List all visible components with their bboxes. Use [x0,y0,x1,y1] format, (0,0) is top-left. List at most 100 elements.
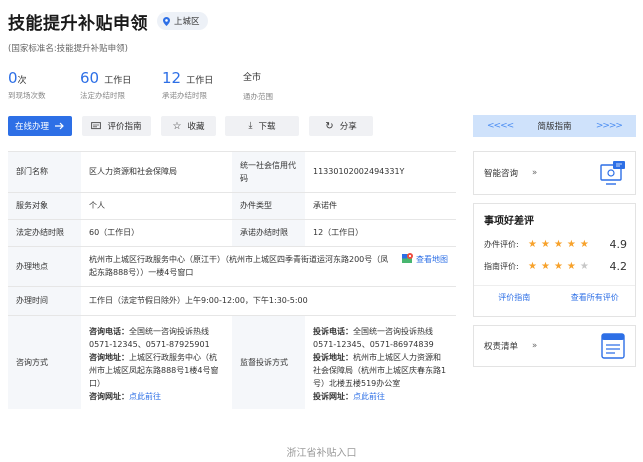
stat-label: 法定办结时限 [80,91,125,100]
download-label: 下载 [258,122,276,132]
footer-text: 浙江省补贴入口 [286,448,357,459]
star-empty-icon: ★ [579,260,589,272]
location-badge[interactable]: 上城区 [157,12,208,30]
place-label: 办理地点 [8,246,81,287]
favorite-button[interactable]: ☆ 收藏 [161,116,216,136]
apply-online-button[interactable]: 在线办理 [8,116,72,136]
table-row: 服务对象 个人 办件类型 承诺件 [8,192,456,220]
stat-unit: 工作日 [186,76,214,86]
location-label: 上城区 [174,17,200,27]
promise-time-value: 12（工作日） [305,219,456,247]
arrow-right-icon [55,122,64,130]
service-value: 个人 [81,192,232,220]
stat-scope: 全市 通办范围 [243,68,273,102]
review-label: 评价指南 [107,122,142,132]
share-icon: ↻ [325,120,334,132]
time-label: 办理时间 [8,286,81,316]
consult-addr-key: 咨询地址： [89,352,129,362]
star-filled-icon: ★ [553,238,563,250]
review-card: 事项好差评 办件评价: ★ ★ ★ ★ ★ 4.9 指南评价: ★ ★ ★ ★ ★ 4.2 评价… [473,203,636,317]
power-list-label: 权责清单 [484,342,519,352]
stat-value: 60 [80,69,100,87]
location-pin-icon [163,16,170,26]
guide-review-row: 指南评价: ★ ★ ★ ★ ★ 4.2 [474,255,635,277]
consult-web-link[interactable]: 点此前往 [129,392,161,401]
promise-time-label: 承诺办结时限 [232,219,305,247]
place-value: 杭州市上城区行政服务中心（原江干）（杭州市上城区四季青街道运河东路200号（凤起… [89,255,389,277]
complain-web-link[interactable]: 点此前往 [353,392,385,401]
complain-addr-key: 投诉地址： [313,352,353,362]
list-icon [601,333,625,359]
star-outline-icon: ☆ [172,120,182,132]
table-row: 咨询方式 咨询电话：全国统一咨询投诉热线0571-12345、0571-8792… [8,315,456,409]
legal-time-value: 60（工作日） [81,219,232,247]
chevron-right-icon: >>>> [595,121,623,131]
favorite-label: 收藏 [187,122,205,132]
office-review-score: 4.9 [609,237,628,251]
complain-phone-key: 投诉电话： [313,326,353,336]
star-filled-icon: ★ [553,260,563,272]
table-row: 办理时间 工作日（法定节假日除外）上午9:00-12:00，下午1:30-5:0… [8,286,456,316]
chat-screen-icon [600,161,625,185]
star-filled-icon: ★ [540,260,550,272]
star-filled-icon: ★ [540,238,550,250]
legal-time-label: 法定办结时限 [8,219,81,247]
stat-value: 0 [8,69,18,87]
stat-label: 到现场次数 [8,91,46,100]
share-label: 分享 [339,122,357,132]
view-map-link[interactable]: 查看地图 [402,253,448,266]
guide-review-label: 指南评价: [484,261,519,271]
view-map-label: 查看地图 [416,255,448,264]
stat-label: 承诺办结时限 [162,91,207,100]
star-filled-icon: ★ [579,238,589,250]
chevron-double-right-icon: » [532,341,538,351]
consult-phone-key: 咨询电话： [89,326,129,336]
place-cell: 杭州市上城区行政服务中心（原江干）（杭州市上城区四季青街道运河东路200号（凤起… [81,246,456,287]
table-row: 办理地点 杭州市上城区行政服务中心（原江干）（杭州市上城区四季青街道运河东路20… [8,246,456,287]
time-value: 工作日（法定节假日除外）上午9:00-12:00，下午1:30-5:00 [81,286,456,316]
chevron-left-icon: <<<< [487,121,514,131]
supervise-label: 监督投诉方式 [232,315,305,409]
supervise-cell: 投诉电话：全国统一咨询投诉热线0571-12345、0571-86974839 … [305,315,456,409]
table-row: 部门名称 区人力资源和社会保障局 统一社会信用代码 11330102002494… [8,152,456,193]
stat-promise-time: 12 工作日 承诺办结时限 [162,68,213,101]
share-button[interactable]: ↻ 分享 [309,116,373,136]
stat-unit: 次 [17,76,27,86]
chevron-double-right-icon: » [532,168,538,178]
page-title: 技能提升补贴申领 [8,14,148,34]
guide-review-score: 4.2 [609,259,628,273]
review-title: 事项好差评 [484,216,534,227]
star-filled-icon: ★ [528,260,537,272]
all-reviews-link[interactable]: 查看所有评价 [555,292,636,303]
type-label: 办件类型 [232,192,305,220]
power-list-card[interactable]: 权责清单 » [473,325,636,367]
type-value: 承诺件 [305,192,456,220]
credit-value: 11330102002494331Y [305,152,456,193]
smart-consult-card[interactable]: 智能咨询 » [473,151,636,195]
stat-value: 12 [162,69,182,87]
complain-web-key: 投诉网址： [313,391,353,401]
credit-label: 统一社会信用代码 [232,152,305,193]
consult-cell: 咨询电话：全国统一咨询投诉热线0571-12345、0571-87925901 … [81,315,232,409]
table-row: 法定办结时限 60（工作日） 承诺办结时限 12（工作日） [8,219,456,247]
review-guide-button[interactable]: 评价指南 [82,116,151,136]
star-filled-icon: ★ [528,238,537,250]
download-button[interactable]: ⤓ 下载 [225,116,299,136]
stat-unit: 工作日 [104,76,132,86]
stat-value: 全市 [243,73,262,83]
map-icon [402,253,414,263]
stat-legal-time: 60 工作日 法定办结时限 [80,68,131,101]
consult-web-key: 咨询网址： [89,391,129,401]
smart-consult-label: 智能咨询 [484,169,519,179]
apply-label: 在线办理 [14,122,49,132]
info-table: 部门名称 区人力资源和社会保障局 统一社会信用代码 11330102002494… [8,151,456,409]
stat-visits: 0次 到现场次数 [8,68,46,101]
star-filled-icon: ★ [566,238,576,250]
comment-icon [91,121,102,129]
consult-label: 咨询方式 [8,315,81,409]
download-icon: ⤓ [248,121,253,131]
review-guide-link[interactable]: 评价指南 [474,292,555,303]
office-review-row: 办件评价: ★ ★ ★ ★ ★ 4.9 [474,233,635,255]
simple-guide-bar[interactable]: <<<< 简版指南 >>>> [473,115,636,137]
dept-label: 部门名称 [8,152,81,193]
